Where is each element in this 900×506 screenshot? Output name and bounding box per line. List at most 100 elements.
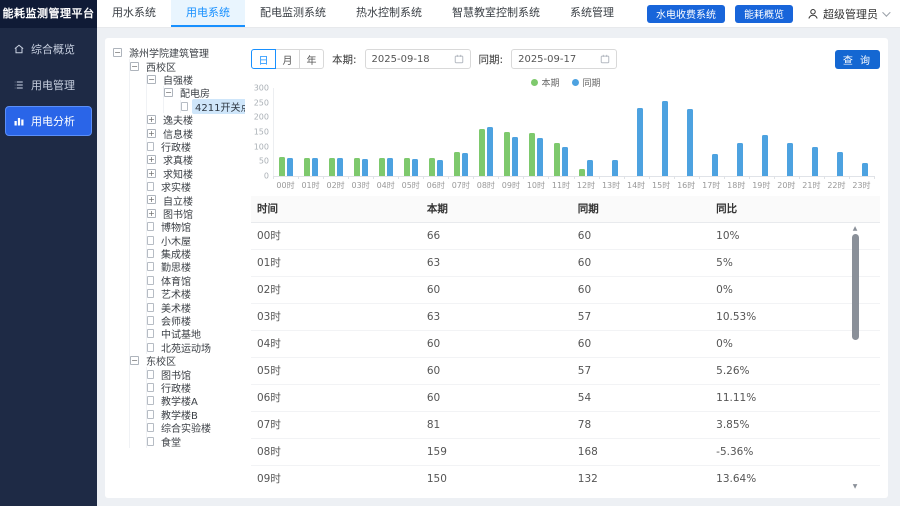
tree-node[interactable]: 信息楼	[147, 126, 245, 139]
tree-node-label[interactable]: 求实楼	[158, 179, 194, 194]
collapse-icon[interactable]	[147, 75, 156, 84]
table-row[interactable]: 05时60575.26%	[251, 357, 880, 384]
bar-同期-16时[interactable]	[687, 109, 693, 176]
bar-本期-11时[interactable]	[554, 143, 560, 176]
bar-同期-03时[interactable]	[362, 159, 368, 176]
tree-node[interactable]: 自强楼	[147, 73, 245, 86]
bar-同期-18时[interactable]	[737, 143, 743, 176]
bar-本期-07时[interactable]	[454, 152, 460, 176]
bar-本期-06时[interactable]	[429, 158, 435, 176]
scroll-down-icon[interactable]: ▼	[853, 484, 858, 490]
bar-同期-07时[interactable]	[462, 153, 468, 176]
tree-node[interactable]: 艺术楼	[147, 287, 245, 300]
tree-node[interactable]: 求知楼	[147, 167, 245, 180]
topbar-action-2[interactable]: 能耗概览	[735, 5, 793, 23]
collapse-icon[interactable]	[130, 356, 139, 365]
bar-本期-02时[interactable]	[329, 158, 335, 176]
bar-同期-19时[interactable]	[762, 135, 768, 176]
topbar-action-1[interactable]: 水电收费系统	[647, 5, 725, 23]
tree-node[interactable]: 博物馆	[147, 220, 245, 233]
bar-同期-21时[interactable]	[812, 147, 818, 176]
sidebar-item-1[interactable]: 综合概览	[5, 34, 92, 64]
bar-本期-12时[interactable]	[579, 169, 585, 176]
bar-同期-17时[interactable]	[712, 154, 718, 176]
current-date-input[interactable]: 2025-09-18	[365, 49, 471, 69]
period-button-1[interactable]: 日	[251, 49, 276, 69]
tree-node-label[interactable]: 综合实验楼	[158, 420, 214, 435]
tree-node[interactable]: 小木屋	[147, 233, 245, 246]
expand-icon[interactable]	[147, 169, 156, 178]
tree-node[interactable]: 行政楼	[147, 140, 245, 153]
bar-本期-10时[interactable]	[529, 133, 535, 176]
period-button-2[interactable]: 月	[275, 49, 300, 69]
tree-node[interactable]: 会师楼	[147, 314, 245, 327]
table-scrollbar[interactable]: ▲ ▼	[850, 226, 860, 490]
collapse-icon[interactable]	[164, 88, 173, 97]
collapse-icon[interactable]	[113, 48, 122, 57]
tree-node[interactable]: 行政楼	[147, 381, 245, 394]
tree-node[interactable]: 食堂	[147, 434, 245, 447]
table-row[interactable]: 03时635710.53%	[251, 303, 880, 330]
bar-同期-14时[interactable]	[637, 108, 643, 176]
tree-node[interactable]: 教学楼A	[147, 394, 245, 407]
bar-同期-08时[interactable]	[487, 127, 493, 176]
bar-同期-00时[interactable]	[287, 158, 293, 176]
expand-icon[interactable]	[147, 115, 156, 124]
bar-本期-00时[interactable]	[279, 157, 285, 176]
tree-node[interactable]: 图书馆	[147, 207, 245, 220]
tree-node[interactable]: 自立楼	[147, 193, 245, 206]
tree-node-label[interactable]: 滁州学院建筑管理	[126, 45, 212, 60]
scrollbar-thumb[interactable]	[852, 234, 859, 340]
tab-4[interactable]: 热水控制系统	[341, 0, 437, 27]
bar-同期-15时[interactable]	[662, 101, 668, 176]
tree-node[interactable]: 集成楼	[147, 247, 245, 260]
bar-同期-06时[interactable]	[437, 160, 443, 176]
table-row[interactable]: 07时81783.85%	[251, 411, 880, 438]
expand-icon[interactable]	[147, 195, 156, 204]
tree-node[interactable]: 美术楼	[147, 300, 245, 313]
tree-node-label[interactable]: 东校区	[143, 353, 179, 368]
tree-node[interactable]: 中试基地	[147, 327, 245, 340]
bar-同期-12时[interactable]	[587, 160, 593, 176]
tab-6[interactable]: 系统管理	[555, 0, 629, 27]
bar-本期-04时[interactable]	[379, 158, 385, 176]
table-row[interactable]: 06时605411.11%	[251, 384, 880, 411]
legend-item-同期[interactable]: 同期	[572, 76, 601, 89]
bar-同期-20时[interactable]	[787, 143, 793, 176]
tree-node[interactable]: 西校区	[130, 59, 245, 72]
bar-本期-08时[interactable]	[479, 129, 485, 176]
bar-同期-13时[interactable]	[612, 160, 618, 176]
query-button[interactable]: 查 询	[835, 50, 880, 69]
tree-node[interactable]: 求实楼	[147, 180, 245, 193]
bar-同期-22时[interactable]	[837, 152, 843, 176]
table-row[interactable]: 08时159168-5.36%	[251, 438, 880, 465]
tree-node-label[interactable]: 食堂	[158, 434, 184, 449]
tree-node[interactable]: 教学楼B	[147, 408, 245, 421]
bar-同期-04时[interactable]	[387, 158, 393, 176]
tree-node[interactable]: 北苑运动场	[147, 341, 245, 354]
period-button-3[interactable]: 年	[299, 49, 324, 69]
compare-date-input[interactable]: 2025-09-17	[511, 49, 617, 69]
tree-node-label[interactable]: 艺术楼	[158, 286, 194, 301]
bar-本期-01时[interactable]	[304, 158, 310, 176]
bar-同期-05时[interactable]	[412, 159, 418, 176]
bar-同期-02时[interactable]	[337, 158, 343, 176]
bar-同期-11时[interactable]	[562, 147, 568, 176]
tab-1[interactable]: 用水系统	[97, 0, 171, 27]
tree-node-label[interactable]: 4211开关点位	[192, 99, 245, 114]
tree-node[interactable]: 配电房	[164, 86, 245, 99]
bar-同期-23时[interactable]	[862, 163, 868, 176]
tree-node[interactable]: 东校区	[130, 354, 245, 367]
table-row[interactable]: 02时60600%	[251, 276, 880, 303]
collapse-icon[interactable]	[130, 62, 139, 71]
table-row[interactable]: 04时60600%	[251, 330, 880, 357]
tree-node[interactable]: 逸夫楼	[147, 113, 245, 126]
bar-本期-03时[interactable]	[354, 158, 360, 176]
tree-node[interactable]: 体育馆	[147, 274, 245, 287]
bar-同期-01时[interactable]	[312, 158, 318, 176]
tree-node[interactable]: 求真楼	[147, 153, 245, 166]
expand-icon[interactable]	[147, 209, 156, 218]
sidebar-item-2[interactable]: 用电管理	[5, 70, 92, 100]
tree-node[interactable]: 勤思楼	[147, 260, 245, 273]
tree-node[interactable]: 综合实验楼	[147, 421, 245, 434]
